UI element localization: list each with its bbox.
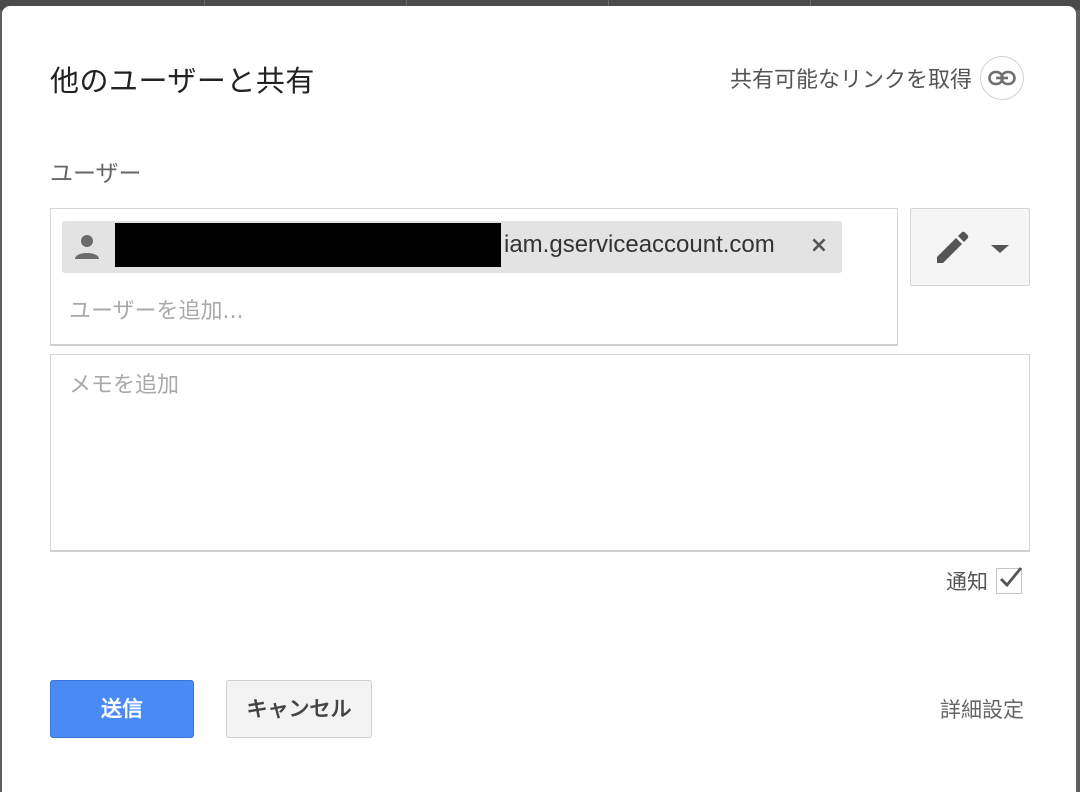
permission-dropdown-button[interactable] (910, 208, 1030, 286)
cancel-button[interactable]: キャンセル (226, 680, 372, 738)
recipient-chip: iam.gserviceaccount.com × (62, 221, 842, 273)
get-shareable-link[interactable]: 共有可能なリンクを取得 (730, 56, 1024, 100)
dialog-title: 他のユーザーと共有 (50, 64, 315, 98)
people-section-label: ユーザー (50, 161, 142, 187)
get-link-label: 共有可能なリンクを取得 (729, 68, 972, 93)
chevron-down-icon (991, 245, 1009, 253)
people-field[interactable]: iam.gserviceaccount.com × (50, 208, 898, 346)
notify-label: 通知 (946, 570, 988, 594)
person-icon (75, 235, 99, 259)
add-people-input[interactable] (69, 293, 869, 329)
notify-checkbox[interactable] (996, 567, 1023, 594)
send-button[interactable]: 送信 (50, 680, 194, 738)
recipient-email: iam.gserviceaccount.com (504, 231, 775, 258)
add-note-textarea[interactable] (50, 354, 1030, 552)
share-dialog: 他のユーザーと共有 共有可能なリンクを取得 ユーザー iam.gservicea… (2, 6, 1076, 792)
pencil-icon (937, 231, 969, 263)
check-icon (1000, 567, 1023, 588)
advanced-settings-link[interactable]: 詳細設定 (940, 694, 1024, 724)
remove-recipient-icon[interactable]: × (808, 232, 830, 260)
notify-option[interactable]: 通知 (946, 566, 1023, 596)
link-icon[interactable] (980, 56, 1024, 100)
redacted-email-prefix (115, 223, 501, 267)
